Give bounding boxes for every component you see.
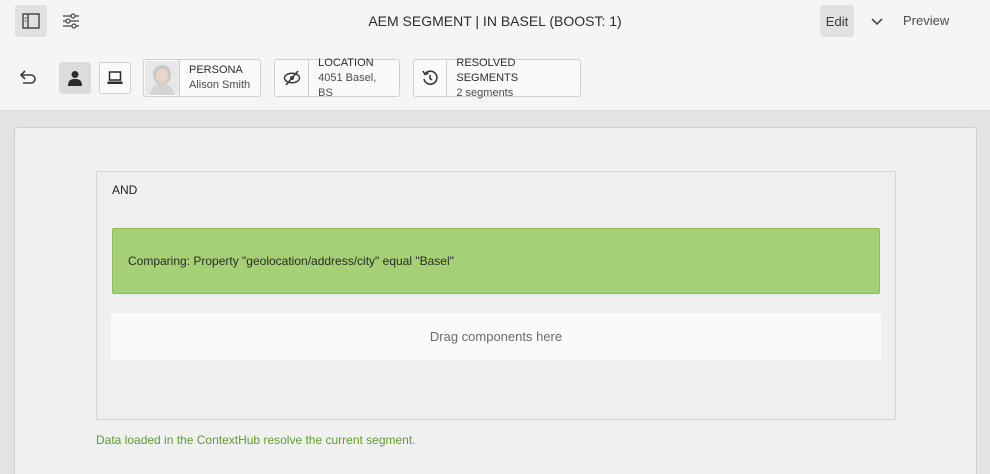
drop-zone[interactable]: Drag components here <box>111 313 881 360</box>
location-chip[interactable]: LOCATION 4051 Basel, BS <box>274 56 400 99</box>
persona-chip[interactable]: PERSONA Alison Smith <box>143 59 261 97</box>
person-icon <box>68 71 82 86</box>
undo-button[interactable] <box>14 61 42 93</box>
location-value: 4051 Basel, BS <box>318 71 377 99</box>
mode-dropdown-button[interactable] <box>866 12 888 32</box>
contexthub-toolbar: PERSONA Alison Smith LOCATION 4051 Basel… <box>0 44 990 111</box>
preview-button[interactable]: Preview <box>903 13 949 28</box>
resolved-segments-chip[interactable]: RESOLVED SEGMENTS 2 segments <box>413 56 581 99</box>
device-icon <box>107 71 123 84</box>
persona-value: Alison Smith <box>189 79 251 91</box>
resolved-segments-value: 2 segments <box>456 86 514 99</box>
page-properties-button[interactable] <box>55 5 87 37</box>
status-message: Data loaded in the ContextHub resolve th… <box>96 433 416 447</box>
device-mode-button[interactable] <box>99 62 131 94</box>
container-operator-label: AND <box>112 183 138 197</box>
undo-icon <box>19 70 36 84</box>
toggle-side-panel-button[interactable] <box>15 5 47 37</box>
edit-mode-button[interactable]: Edit <box>820 5 854 37</box>
header-bar: AEM SEGMENT | IN BASEL (BOOST: 1) Edit P… <box>0 0 990 44</box>
side-panel-icon <box>22 13 40 29</box>
location-label: LOCATION <box>318 56 374 69</box>
refresh-icon <box>422 70 438 85</box>
resolved-segments-label: RESOLVED SEGMENTS <box>456 56 519 84</box>
refresh-icon-wrap <box>414 60 448 96</box>
and-container[interactable]: AND Comparing: Property "geolocation/add… <box>96 171 896 420</box>
location-icon <box>283 70 300 86</box>
chevron-down-icon <box>871 18 883 26</box>
avatar <box>144 60 180 96</box>
properties-icon <box>63 13 79 29</box>
segment-editor-canvas: AND Comparing: Property "geolocation/add… <box>14 127 977 474</box>
persona-mode-button[interactable] <box>59 62 91 94</box>
location-icon-wrap <box>275 60 310 96</box>
comparison-rule[interactable]: Comparing: Property "geolocation/address… <box>112 228 880 294</box>
persona-label: PERSONA <box>189 64 243 76</box>
